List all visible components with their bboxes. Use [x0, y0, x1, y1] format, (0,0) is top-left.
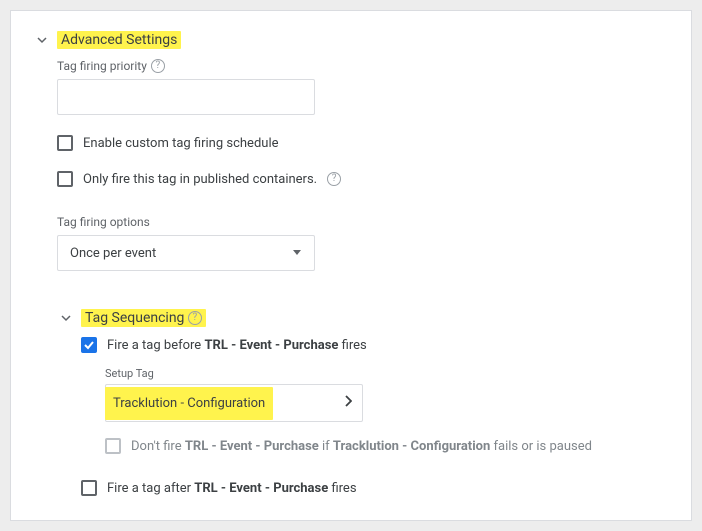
tag-sequencing-title-text: Tag Sequencing	[85, 310, 184, 326]
chevron-down-icon	[33, 35, 51, 45]
tag-firing-options-select[interactable]: Once per event	[57, 235, 315, 271]
help-icon[interactable]: ?	[188, 311, 202, 325]
help-icon[interactable]: ?	[327, 172, 341, 186]
advanced-settings-header[interactable]: Advanced Settings	[33, 31, 669, 49]
fire-before-checkbox[interactable]	[81, 337, 97, 353]
tag-firing-options-label: Tag firing options	[57, 215, 669, 229]
dont-fire-row: Don't fire TRL - Event - Purchase if Tra…	[105, 438, 669, 454]
advanced-settings-title: Advanced Settings	[57, 31, 181, 49]
enable-schedule-checkbox[interactable]	[57, 135, 73, 151]
tag-sequencing-title: Tag Sequencing ?	[81, 309, 206, 327]
tag-firing-priority-text: Tag firing priority	[57, 59, 147, 73]
chevron-down-icon	[57, 313, 75, 323]
fire-before-row: Fire a tag before TRL - Event - Purchase…	[81, 337, 669, 353]
published-only-checkbox[interactable]	[57, 171, 73, 187]
fire-after-label: Fire a tag after TRL - Event - Purchase …	[107, 481, 357, 496]
setup-tag-value: Tracklution - Configuration	[105, 387, 273, 420]
published-only-label: Only fire this tag in published containe…	[83, 172, 317, 187]
fire-before-label: Fire a tag before TRL - Event - Purchase…	[107, 338, 367, 353]
triangle-down-icon	[292, 246, 302, 261]
setup-tag-label: Setup Tag	[105, 367, 669, 380]
dont-fire-checkbox[interactable]	[105, 438, 121, 454]
enable-schedule-row: Enable custom tag firing schedule	[57, 135, 669, 151]
fire-after-row: Fire a tag after TRL - Event - Purchase …	[81, 480, 669, 496]
enable-schedule-label: Enable custom tag firing schedule	[83, 136, 279, 151]
setup-tag-group: Setup Tag Tracklution - Configuration Do…	[105, 367, 669, 454]
chevron-right-icon	[344, 395, 352, 411]
tag-firing-options-value: Once per event	[70, 246, 156, 261]
fire-after-checkbox[interactable]	[81, 480, 97, 496]
dont-fire-label: Don't fire TRL - Event - Purchase if Tra…	[131, 439, 592, 454]
advanced-settings-panel: Advanced Settings Tag firing priority ? …	[10, 10, 692, 521]
tag-firing-priority-input[interactable]	[57, 79, 315, 115]
tag-sequencing-header[interactable]: Tag Sequencing ?	[57, 309, 669, 327]
tag-firing-priority-label: Tag firing priority ?	[57, 59, 669, 73]
help-icon[interactable]: ?	[151, 59, 165, 73]
published-only-row: Only fire this tag in published containe…	[57, 171, 669, 187]
setup-tag-select[interactable]: Tracklution - Configuration	[105, 384, 363, 422]
